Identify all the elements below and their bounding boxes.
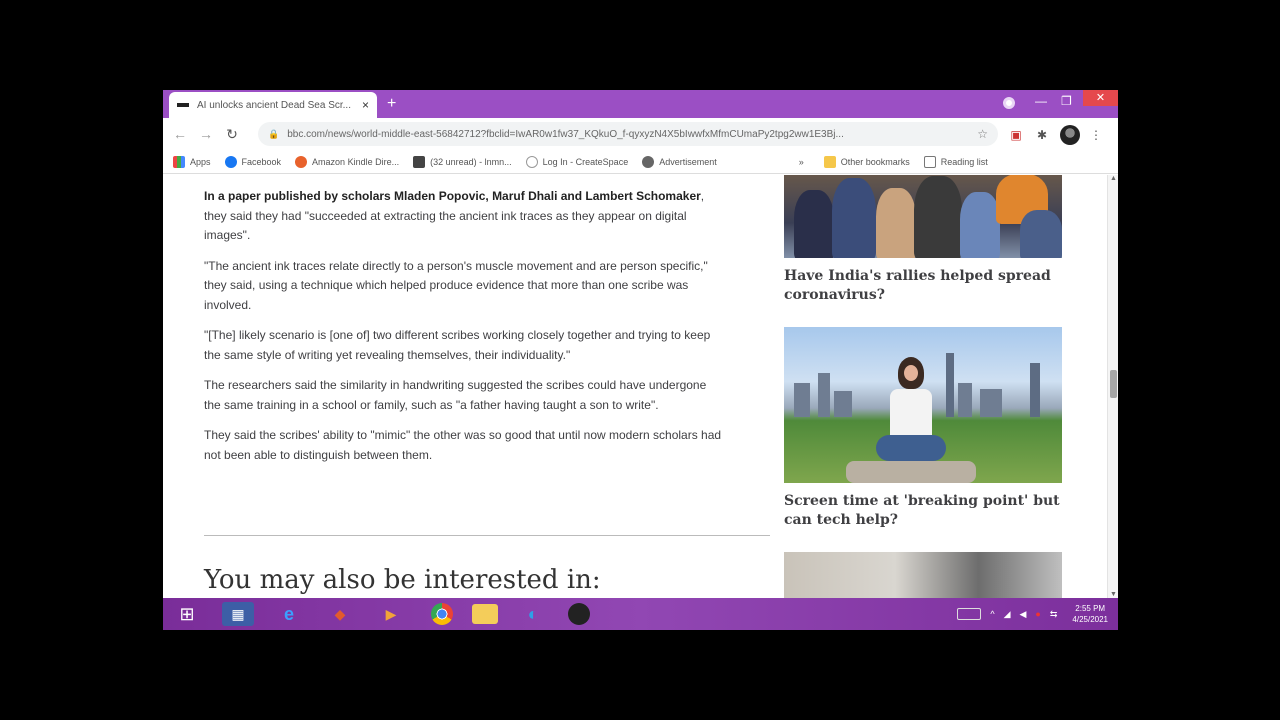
tray-overflow-icon[interactable]: ^ [990, 609, 994, 619]
bookmark-advertisement[interactable]: Advertisement [642, 155, 717, 168]
scroll-up-icon[interactable]: ▲ [1110, 175, 1117, 182]
minimize-button[interactable]: — [1035, 94, 1047, 108]
browser-tab[interactable]: AI unlocks ancient Dead Sea Scr... × [169, 92, 377, 118]
calculator-icon[interactable]: ▦ [222, 602, 254, 626]
media-player-icon[interactable]: ▶ [375, 602, 407, 626]
browser-window: AI unlocks ancient Dead Sea Scr... × + —… [163, 90, 1118, 630]
windows-taskbar: ⊞ ▦ e ◆ ▶ ◐ ^ ◢ ◀ ● ⇆ 2:55 PM 4/25/2021 [163, 598, 1118, 630]
touch-keyboard-icon[interactable] [957, 608, 982, 620]
story-thumbnail-3[interactable] [784, 552, 1062, 598]
story-thumbnail-meditation[interactable] [784, 327, 1062, 483]
clock-time: 2:55 PM [1075, 604, 1106, 613]
bookmarks-more-icon[interactable]: » [799, 157, 804, 167]
extension-icon[interactable]: ▣ [1008, 127, 1024, 143]
browser-toolbar: ← → ↻ 🔒 bbc.com/news/world-middle-east-5… [163, 118, 1118, 150]
extensions-area: ▣ ✱ ⋮ [1008, 125, 1102, 145]
createspace-icon [525, 155, 538, 168]
bbc-favicon-icon [177, 103, 189, 107]
related-stories: Have India's rallies helped spread coron… [784, 175, 1062, 598]
tab-strip: AI unlocks ancient Dead Sea Scr... × + —… [163, 90, 1118, 118]
back-arrow-icon[interactable]: ← [167, 126, 193, 142]
facebook-icon [224, 155, 237, 168]
meditating-woman [846, 357, 976, 483]
article-paragraph-bold: In a paper published by scholars Mladen … [204, 189, 701, 203]
user-avatar[interactable] [1060, 125, 1080, 145]
page-scrollbar[interactable]: ▲ ▼ [1107, 175, 1118, 598]
bookmark-apps[interactable]: Apps [173, 155, 211, 168]
bookmark-amazon-kindle[interactable]: Amazon Kindle Dire... [295, 155, 399, 168]
bookmark-facebook[interactable]: Facebook [224, 155, 281, 168]
network-icon[interactable]: ◢ [1004, 609, 1011, 620]
also-interested-heading: You may also be interested in: [204, 565, 601, 595]
article-paragraph: "The ancient ink traces relate directly … [204, 258, 708, 312]
menu-dots-icon[interactable]: ⋮ [1090, 128, 1102, 142]
amazon-icon [295, 155, 308, 168]
scroll-down-icon[interactable]: ▼ [1110, 591, 1117, 598]
article-paragraph: They said the scribes' ability to "mimic… [204, 428, 722, 462]
apps-grid-icon [173, 155, 185, 168]
reload-icon[interactable]: ↻ [219, 126, 245, 143]
notification-app-icon[interactable]: ● [1035, 609, 1040, 619]
maximize-button[interactable]: ❐ [1061, 94, 1072, 108]
section-divider [204, 535, 770, 536]
story-title-screen-time[interactable]: Screen time at 'breaking point' but can … [784, 492, 1062, 530]
bookmarks-bar: Apps Facebook Amazon Kindle Dire... (32 … [163, 150, 1118, 174]
story-title-india-rallies[interactable]: Have India's rallies helped spread coron… [784, 267, 1062, 305]
page-content: In a paper published by scholars Mladen … [163, 175, 1118, 598]
file-explorer-icon[interactable] [472, 604, 498, 624]
tab-close-icon[interactable]: × [362, 98, 369, 112]
bookmark-other[interactable]: Other bookmarks [823, 155, 910, 168]
profile-indicator-icon[interactable] [1003, 97, 1015, 109]
folder-icon [823, 155, 836, 168]
article-paragraph: In a paper published by scholars Mladen … [204, 189, 705, 242]
new-tab-button[interactable]: + [387, 94, 396, 114]
article-paragraph: "[The] likely scenario is [one of] two d… [204, 328, 711, 362]
puzzle-extensions-icon[interactable]: ✱ [1034, 127, 1050, 143]
mail-icon [413, 155, 426, 168]
app-icon[interactable]: ◆ [324, 602, 356, 626]
chrome-icon[interactable] [431, 603, 453, 625]
lock-icon: 🔒 [268, 128, 280, 139]
internet-explorer-icon[interactable]: e [273, 602, 305, 626]
url-text[interactable]: bbc.com/news/world-middle-east-56842712?… [287, 129, 977, 140]
bookmark-star-icon[interactable]: ☆ [977, 127, 988, 141]
edge-icon[interactable]: ◐ [517, 602, 549, 626]
windows-start-icon[interactable]: ⊞ [171, 602, 203, 626]
address-bar[interactable]: 🔒 bbc.com/news/world-middle-east-5684271… [258, 122, 998, 146]
tab-title: AI unlocks ancient Dead Sea Scr... [197, 99, 351, 111]
story-thumbnail-crowd[interactable] [784, 175, 1062, 258]
bookmark-createspace[interactable]: Log In - CreateSpace [525, 155, 628, 168]
scrollbar-thumb[interactable] [1110, 370, 1117, 398]
article-paragraph: The researchers said the similarity in h… [204, 378, 707, 412]
bookmark-reading-list[interactable]: Reading list [923, 155, 988, 168]
taskbar-clock[interactable]: 2:55 PM 4/25/2021 [1072, 603, 1108, 625]
clock-date: 4/25/2021 [1072, 615, 1108, 624]
forward-arrow-icon[interactable]: → [193, 126, 219, 142]
system-tray: ^ ◢ ◀ ● ⇆ 2:55 PM 4/25/2021 [957, 598, 1108, 630]
obs-icon[interactable] [568, 603, 590, 625]
language-icon[interactable]: ⇆ [1050, 609, 1058, 620]
close-window-button[interactable]: ✕ [1083, 90, 1118, 106]
globe-icon [642, 155, 655, 168]
article-body: In a paper published by scholars Mladen … [204, 175, 724, 476]
volume-icon[interactable]: ◀ [1020, 609, 1027, 620]
bookmark-mail[interactable]: (32 unread) - lnmn... [413, 155, 512, 168]
reading-list-icon [923, 155, 936, 168]
